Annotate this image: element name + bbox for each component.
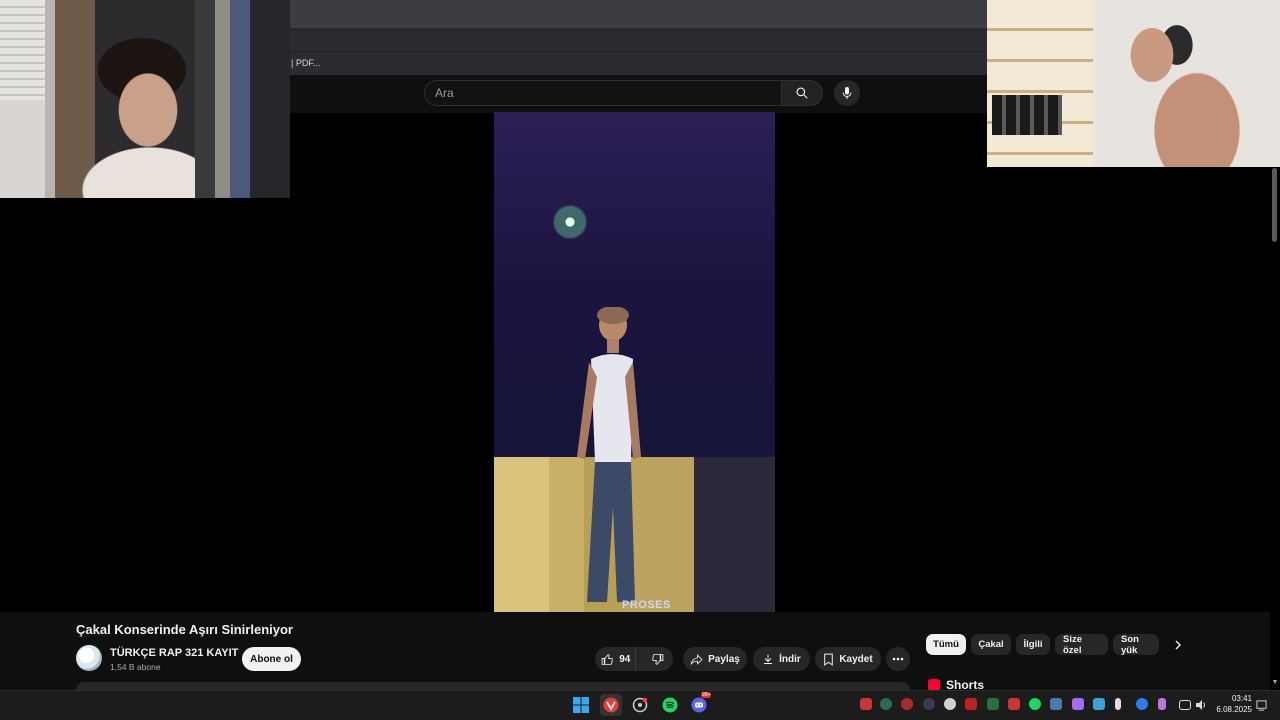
- share-label: Paylaş: [708, 653, 740, 665]
- download-label: İndir: [779, 653, 801, 665]
- tray-bluetooth-icon[interactable]: [1136, 698, 1148, 710]
- tray-app-icon[interactable]: [1093, 698, 1105, 710]
- scroll-down-arrow-icon[interactable]: ▼: [1270, 679, 1280, 689]
- tray-app-icon[interactable]: [1072, 698, 1084, 710]
- spotify-icon: [662, 697, 678, 713]
- like-count: 94: [619, 653, 631, 665]
- taskbar-vivaldi-browser[interactable]: [600, 694, 622, 716]
- tray-usb-icon[interactable]: [1115, 698, 1121, 710]
- more-actions-button[interactable]: [886, 647, 910, 671]
- chip-cakal[interactable]: Çakal: [971, 634, 1011, 655]
- webcam-left-window-blind: [0, 0, 45, 100]
- webcam-right-shelf: [987, 0, 1093, 167]
- voice-search-button[interactable]: [834, 80, 860, 106]
- share-button[interactable]: Paylaş: [683, 647, 747, 671]
- save-label: Kaydet: [839, 653, 873, 665]
- tray-app-icon[interactable]: [880, 698, 892, 710]
- clock-date[interactable]: 6.08.2025: [1215, 705, 1252, 714]
- tray-app-icon[interactable]: [965, 698, 977, 710]
- dislike-button[interactable]: [641, 647, 673, 671]
- save-button[interactable]: Kaydet: [815, 647, 881, 671]
- windows-logo-icon: [573, 697, 589, 713]
- tray-spotify-icon[interactable]: [1029, 698, 1041, 710]
- download-button[interactable]: İndir: [753, 647, 810, 671]
- tray-app-icon[interactable]: [944, 698, 956, 710]
- tray-app-icon[interactable]: [1008, 698, 1020, 710]
- channel-avatar[interactable]: [76, 645, 102, 671]
- tray-brave-icon[interactable]: [860, 698, 872, 710]
- webcam-left-clothes-rack: [195, 0, 290, 198]
- bookmark-icon: [824, 653, 834, 666]
- tray-app-icon[interactable]: [923, 698, 935, 710]
- channel-name[interactable]: TÜRKÇE RAP 321 KAYIT: [110, 647, 238, 659]
- webcam-right-shelf-items: [992, 95, 1062, 135]
- scrollbar-track[interactable]: [1270, 167, 1280, 690]
- like-button[interactable]: 94: [595, 647, 637, 671]
- bookmarks-bar: [290, 51, 987, 75]
- volume-icon[interactable]: [1195, 698, 1207, 710]
- chevron-right-icon: [1175, 640, 1181, 650]
- search-input[interactable]: [425, 81, 781, 105]
- scrollbar-thumb[interactable]: [1272, 168, 1277, 242]
- discord-badge: 99+: [701, 692, 712, 698]
- tray-app-icon[interactable]: [987, 698, 999, 710]
- browser-tab-strip: [290, 0, 987, 28]
- tray-microphone-icon[interactable]: [1158, 698, 1166, 710]
- tray-app-icon[interactable]: [901, 698, 913, 710]
- chip-recently-uploaded[interactable]: Son yük: [1113, 634, 1159, 655]
- search-icon: [796, 87, 808, 99]
- microphone-icon: [842, 87, 852, 99]
- clock-time[interactable]: 03:41: [1228, 694, 1252, 703]
- thumbs-up-icon: [601, 653, 613, 665]
- search-button[interactable]: [781, 80, 823, 106]
- share-icon: [690, 653, 703, 665]
- thumbs-down-icon: [651, 653, 664, 665]
- performer-figure: [577, 307, 641, 602]
- tray-steam-icon[interactable]: [1050, 698, 1062, 710]
- download-icon: [764, 654, 773, 664]
- video-player[interactable]: PROSES: [494, 112, 775, 612]
- subscriber-count: 1,54 B abone: [110, 662, 161, 672]
- notifications-icon[interactable]: [1256, 698, 1268, 711]
- more-horizontal-icon: [892, 657, 904, 661]
- vivaldi-icon: [603, 697, 619, 713]
- start-button[interactable]: [570, 694, 592, 716]
- chips-next-button[interactable]: [1170, 637, 1186, 653]
- taskbar-spotify[interactable]: [659, 694, 681, 716]
- like-dislike-group: 94: [595, 647, 673, 671]
- app-circle-icon: [632, 697, 648, 713]
- browser-toolbar: [290, 31, 987, 51]
- search-box: [424, 80, 781, 106]
- network-icon[interactable]: [1179, 700, 1191, 710]
- description-box[interactable]: [76, 682, 910, 690]
- chip-all[interactable]: Tümü: [926, 634, 966, 655]
- discord-icon: [691, 697, 707, 713]
- chip-related[interactable]: İlgili: [1016, 634, 1050, 655]
- taskbar-discord[interactable]: 99+: [688, 692, 712, 716]
- video-watermark: PROSES: [622, 599, 671, 611]
- subscribe-button[interactable]: Abone ol: [242, 647, 301, 671]
- chip-for-you[interactable]: Size özel: [1055, 634, 1108, 656]
- taskbar-app-2[interactable]: [629, 694, 651, 716]
- video-title: Çakal Konserinde Aşırı Sinirleniyor: [76, 622, 293, 637]
